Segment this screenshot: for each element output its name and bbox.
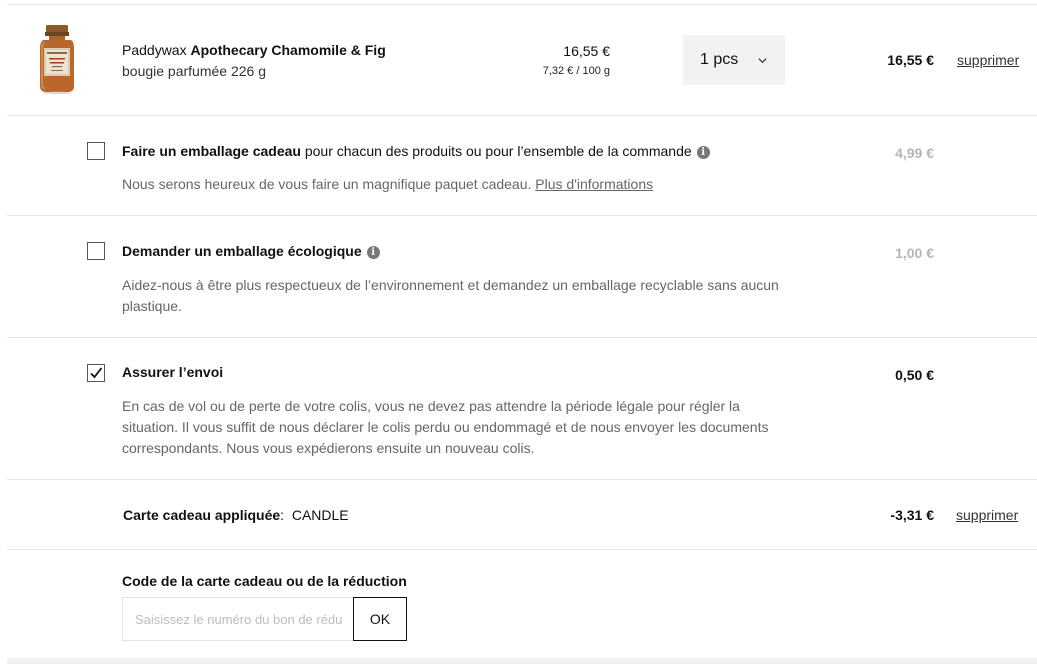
gift-wrap-description: Nous serons heureux de vous faire un mag…: [122, 174, 782, 195]
shipping-insurance-price: 0,50 €: [895, 367, 934, 383]
chevron-down-icon: [758, 57, 767, 63]
eco-packaging-title: Demander un emballage écologique i: [122, 243, 380, 259]
eco-packaging-title-text: Demander un emballage écologique: [122, 243, 362, 259]
info-icon[interactable]: i: [366, 246, 380, 259]
eco-packaging-price: 1,00 €: [895, 245, 934, 261]
unit-price: 16,55 €: [563, 43, 610, 59]
eco-packaging-checkbox[interactable]: [87, 242, 105, 260]
product-brand: Paddywax: [122, 42, 187, 58]
checkmark-icon: [90, 367, 103, 379]
shipping-insurance-title: Assurer l’envoi: [122, 364, 223, 380]
gift-wrap-price: 4,99 €: [895, 145, 934, 161]
discount-code-title: Code de la carte cadeau ou de la réducti…: [122, 573, 407, 589]
discount-code-input[interactable]: [122, 597, 354, 641]
eco-packaging-description: Aidez-nous à être plus respectueux de l’…: [122, 277, 779, 314]
gift-wrap-title: Faire un emballage cadeau pour chacun de…: [122, 143, 710, 159]
price-per-100g: 7,32 € / 100 g: [542, 65, 610, 77]
line-total: 16,55 €: [887, 52, 934, 68]
gift-card-label-text: Carte cadeau appliquée: [123, 507, 281, 523]
product-subtitle: bougie parfumée 226 g: [122, 63, 266, 79]
quantity-select[interactable]: 1 pcs: [683, 35, 785, 85]
gift-card-separator: :: [280, 507, 292, 523]
shipping-insurance-checkbox[interactable]: [87, 364, 105, 382]
remove-item-link[interactable]: supprimer: [957, 52, 1019, 68]
bottom-strip: [7, 658, 1037, 664]
gift-card-amount: -3,31 €: [890, 507, 934, 523]
gift-wrap-description-text: Nous serons heureux de vous faire un mag…: [122, 176, 536, 192]
gift-wrap-checkbox[interactable]: [87, 142, 105, 160]
divider: [7, 549, 1037, 550]
quantity-value: 1 pcs: [700, 51, 739, 68]
gift-card-code: CANDLE: [291, 507, 349, 523]
gift-wrap-title-bold: Faire un emballage cadeau: [122, 143, 301, 159]
divider: [7, 115, 1037, 116]
divider: [7, 215, 1037, 216]
divider: [7, 479, 1037, 480]
product-name[interactable]: Paddywax Apothecary Chamomile & Fig: [122, 42, 386, 58]
more-info-link[interactable]: Plus d'informations: [535, 176, 653, 192]
shipping-insurance-title-text: Assurer l’envoi: [122, 364, 224, 380]
info-icon[interactable]: i: [696, 146, 710, 159]
gift-card-label: Carte cadeau appliquée: CANDLE: [123, 507, 349, 523]
top-divider: [7, 4, 1037, 5]
candle-jar-image[interactable]: [36, 24, 78, 94]
shipping-insurance-description: En cas de vol ou de perte de votre colis…: [122, 398, 769, 456]
remove-gift-card-link[interactable]: supprimer: [956, 507, 1018, 523]
divider: [7, 337, 1037, 338]
gift-wrap-title-rest: pour chacun des produits ou pour l’ensem…: [300, 143, 692, 159]
product-title: Apothecary Chamomile & Fig: [190, 42, 386, 58]
apply-code-button[interactable]: OK: [353, 597, 407, 641]
